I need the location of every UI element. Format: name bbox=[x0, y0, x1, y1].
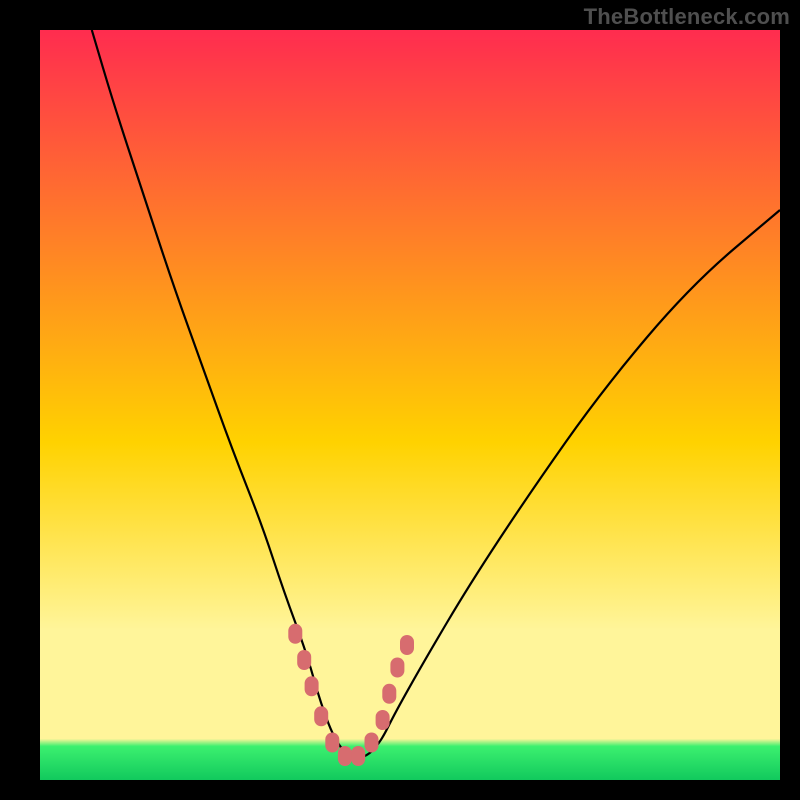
curve-marker bbox=[400, 635, 414, 655]
chart-stage: TheBottleneck.com bbox=[0, 0, 800, 800]
curve-marker bbox=[338, 746, 352, 766]
curve-marker bbox=[314, 706, 328, 726]
curve-marker bbox=[365, 733, 379, 753]
curve-marker bbox=[297, 650, 311, 670]
curve-marker bbox=[305, 676, 319, 696]
watermark-text: TheBottleneck.com bbox=[584, 4, 790, 30]
gradient-panel bbox=[40, 30, 780, 780]
curve-marker bbox=[382, 684, 396, 704]
curve-marker bbox=[288, 624, 302, 644]
curve-marker bbox=[376, 710, 390, 730]
curve-marker bbox=[390, 658, 404, 678]
bottleneck-plot bbox=[0, 0, 800, 800]
curve-marker bbox=[325, 733, 339, 753]
curve-marker bbox=[351, 746, 365, 766]
